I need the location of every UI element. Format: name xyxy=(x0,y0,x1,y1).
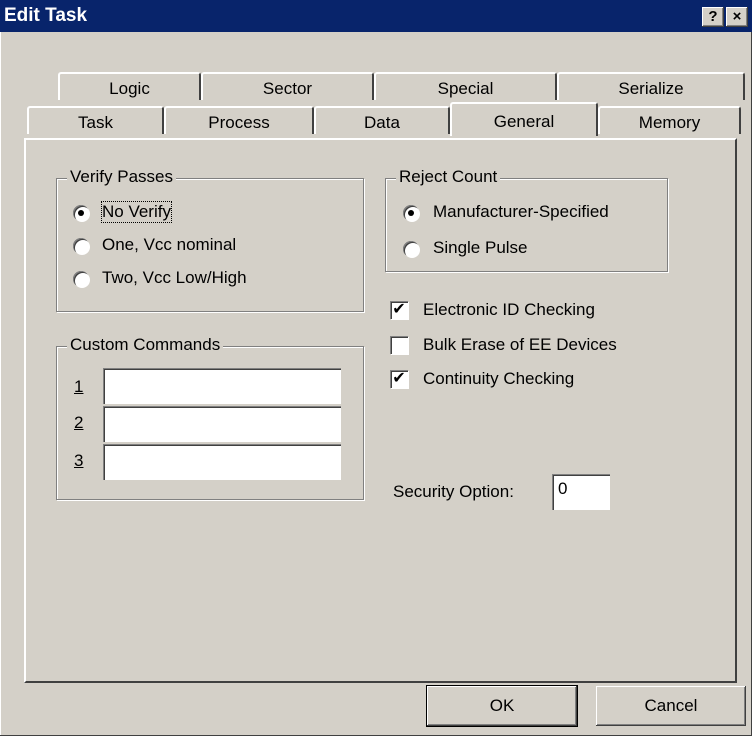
tab-special[interactable]: Special xyxy=(374,72,557,100)
tab-memory[interactable]: Memory xyxy=(598,106,741,134)
security-option-input[interactable]: 0 xyxy=(552,474,610,510)
one-vcc-nominal-label[interactable]: One, Vcc nominal xyxy=(102,235,236,255)
continuity-checkbox[interactable]: ✔ xyxy=(390,370,408,388)
command-1-label: 1 xyxy=(74,377,84,396)
ok-button[interactable]: OK xyxy=(426,685,578,727)
cancel-button[interactable]: Cancel xyxy=(596,686,746,726)
custom-commands-legend: Custom Commands xyxy=(67,335,224,355)
command-3-input[interactable] xyxy=(103,444,341,480)
command-2-input[interactable] xyxy=(103,406,341,442)
security-option-label: Security Option: xyxy=(393,482,514,501)
bulk-erase-label[interactable]: Bulk Erase of EE Devices xyxy=(423,335,617,355)
tab-serialize[interactable]: Serialize xyxy=(557,72,745,100)
help-button[interactable]: ? xyxy=(702,7,724,27)
electronic-id-checkbox[interactable]: ✔ xyxy=(390,301,408,319)
bulk-erase-checkbox[interactable] xyxy=(390,336,408,354)
edit-task-dialog: Edit Task ? × Logic Sector Special Seria… xyxy=(0,0,752,736)
tab-general[interactable]: General xyxy=(450,102,598,136)
tab-logic[interactable]: Logic xyxy=(58,72,201,100)
tab-process[interactable]: Process xyxy=(164,106,314,134)
radio-two-vcc-low-high[interactable] xyxy=(73,271,89,287)
two-vcc-low-high-label[interactable]: Two, Vcc Low/High xyxy=(102,268,247,288)
close-button[interactable]: × xyxy=(726,7,748,27)
command-3-label: 3 xyxy=(74,451,84,470)
radio-selected-dot xyxy=(408,210,414,216)
command-1-input[interactable] xyxy=(103,368,341,404)
window-title: Edit Task xyxy=(4,5,88,26)
reject-count-legend: Reject Count xyxy=(396,167,501,187)
radio-manufacturer-specified[interactable] xyxy=(403,205,419,221)
single-pulse-label[interactable]: Single Pulse xyxy=(433,238,528,258)
radio-single-pulse[interactable] xyxy=(403,241,419,257)
electronic-id-label[interactable]: Electronic ID Checking xyxy=(423,300,595,320)
verify-passes-legend: Verify Passes xyxy=(67,167,176,187)
no-verify-label[interactable]: No Verify xyxy=(101,201,172,223)
manufacturer-specified-label[interactable]: Manufacturer-Specified xyxy=(433,202,609,222)
radio-one-vcc-nominal[interactable] xyxy=(73,238,89,254)
radio-selected-dot xyxy=(78,210,84,216)
continuity-label[interactable]: Continuity Checking xyxy=(423,369,574,389)
tab-data[interactable]: Data xyxy=(314,106,450,134)
title-bar[interactable]: Edit Task ? × xyxy=(0,0,752,32)
tab-task[interactable]: Task xyxy=(27,106,164,134)
tab-sector[interactable]: Sector xyxy=(201,72,374,100)
command-2-label: 2 xyxy=(74,413,84,432)
radio-no-verify[interactable] xyxy=(73,205,89,221)
